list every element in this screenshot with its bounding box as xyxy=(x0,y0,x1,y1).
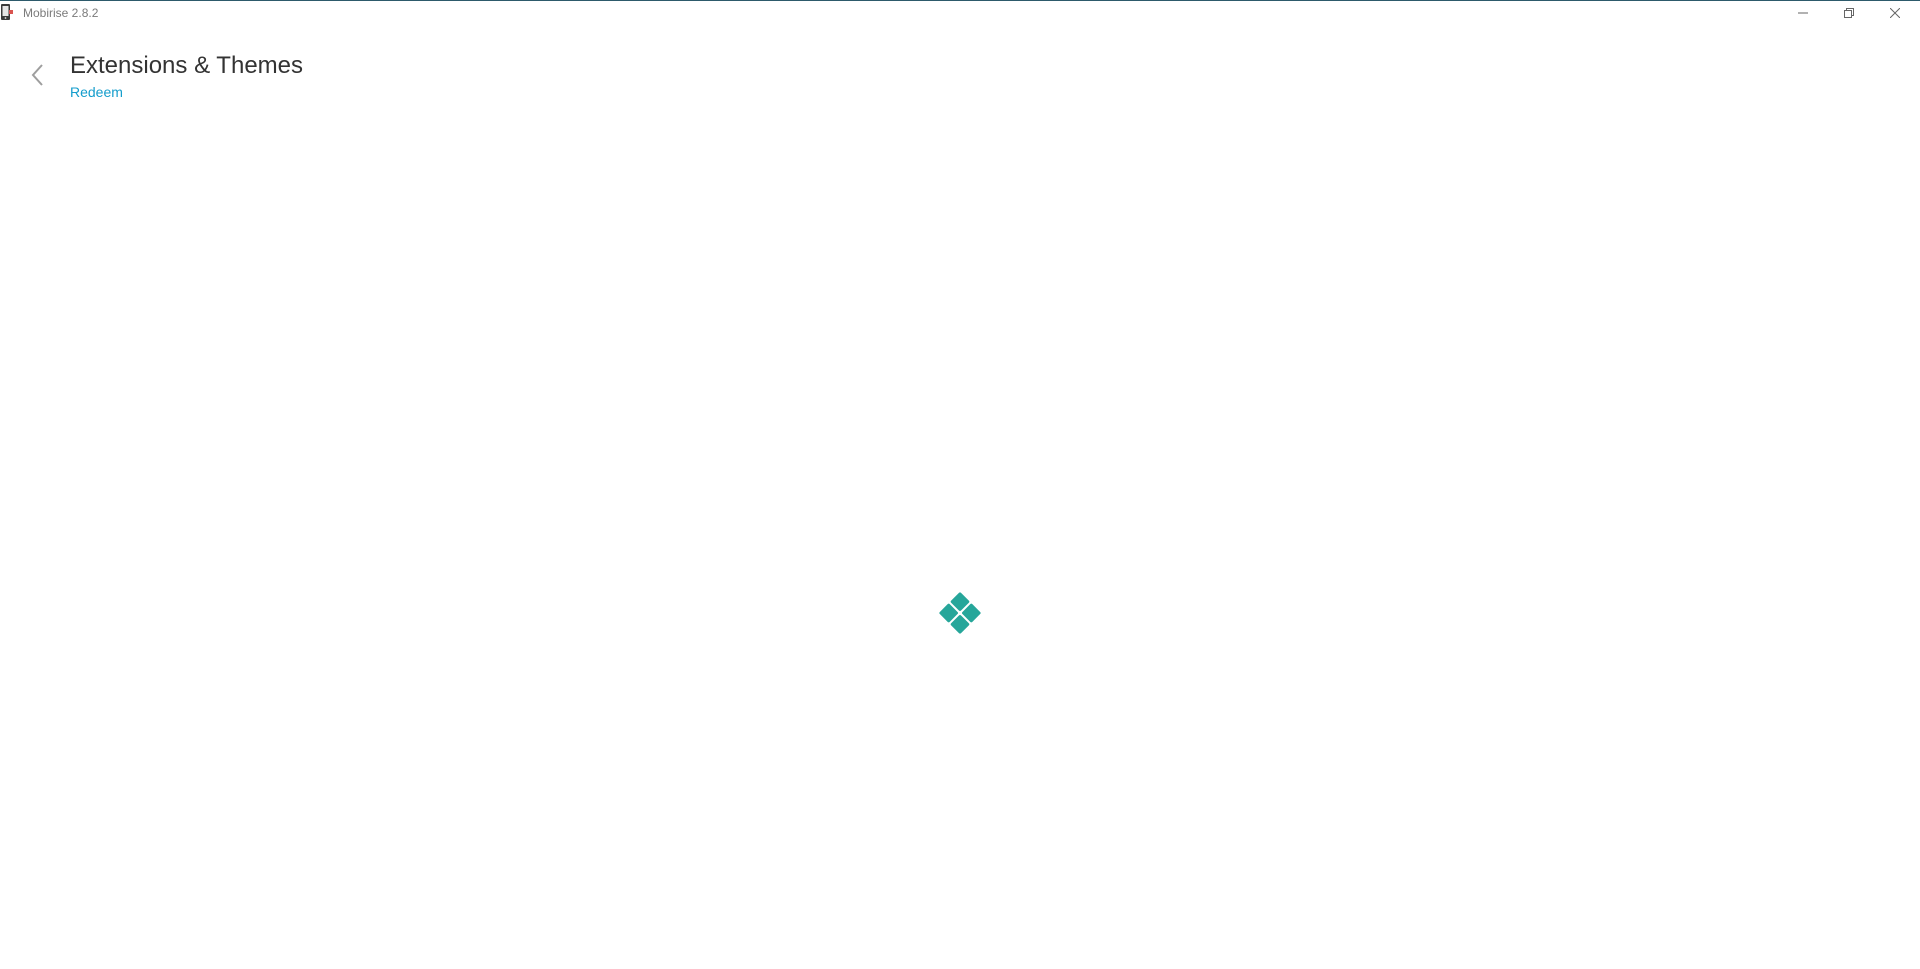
restore-button[interactable] xyxy=(1826,1,1872,25)
redeem-link[interactable]: Redeem xyxy=(70,84,123,98)
loading-spinner-icon xyxy=(936,592,984,641)
window-title: Mobirise 2.8.2 xyxy=(23,6,99,20)
app-logo-icon xyxy=(1,4,13,20)
close-icon xyxy=(1890,8,1900,18)
title-bar[interactable]: Mobirise 2.8.2 xyxy=(0,1,1920,25)
back-button[interactable] xyxy=(24,63,52,91)
close-button[interactable] xyxy=(1872,1,1918,25)
minimize-icon xyxy=(1798,8,1808,18)
restore-icon xyxy=(1844,8,1854,18)
header-clip: Redeem xyxy=(70,84,270,98)
minimize-button[interactable] xyxy=(1780,1,1826,25)
chevron-left-icon xyxy=(31,63,45,91)
app-window: Mobirise 2.8.2 Extensions & Themes Redee… xyxy=(0,0,1920,969)
page-title: Extensions & Themes xyxy=(70,52,304,79)
loading-spinner xyxy=(936,589,984,637)
